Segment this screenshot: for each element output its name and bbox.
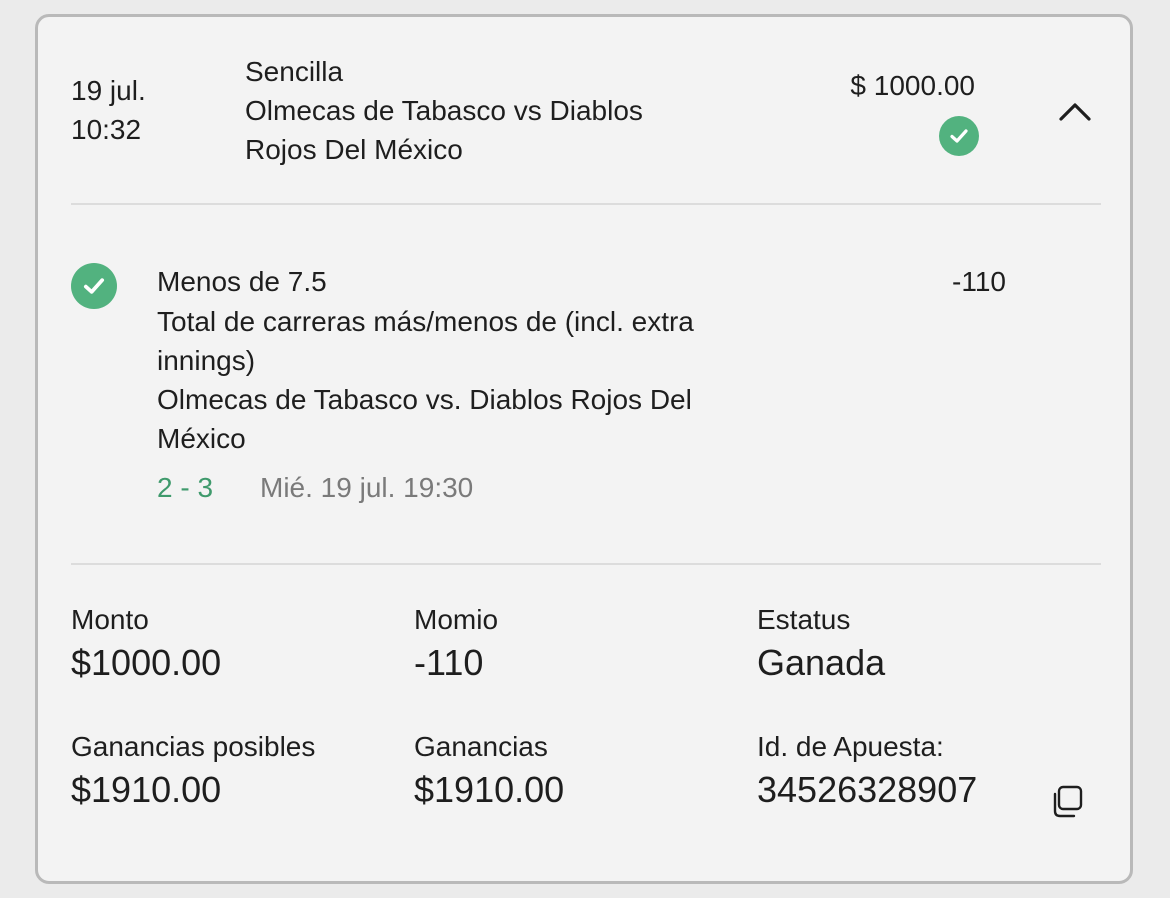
bet-date: 19 jul. (71, 75, 146, 106)
header-divider (71, 203, 1101, 205)
collapse-chevron-up-icon[interactable] (1055, 95, 1095, 129)
selection-check-icon (71, 263, 117, 309)
ganancias-posibles-label: Ganancias posibles (71, 731, 316, 762)
match-name-line1: Olmecas de Tabasco vs. Diablos Rojos Del (157, 384, 692, 415)
final-score: 2 - 3 (157, 472, 214, 503)
selection-odds: -110 (952, 266, 1006, 297)
bet-type: Sencilla (245, 56, 344, 87)
selection-pick: Menos de 7.5 (157, 266, 327, 297)
momio-value: -110 (414, 642, 484, 683)
selection-divider (71, 563, 1101, 565)
event-name-line1: Olmecas de Tabasco vs Diablos (245, 95, 643, 126)
ganancias-value: $1910.00 (414, 769, 565, 810)
event-name-line2: Rojos Del México (245, 134, 463, 165)
ganancias-posibles-value: $1910.00 (71, 769, 222, 810)
bet-id-value[interactable]: 34526328907 (757, 768, 977, 812)
bet-card: 19 jul. 10:32 Sencilla Olmecas de Tabasc… (35, 14, 1133, 884)
monto-label: Monto (71, 604, 149, 635)
won-check-icon (939, 116, 979, 156)
estatus-label: Estatus (757, 604, 851, 635)
bet-time: 10:32 (71, 114, 142, 145)
market-name-line1: Total de carreras más/menos de (incl. ex… (157, 306, 694, 337)
bet-id-label: Id. de Apuesta: (757, 731, 944, 762)
event-datetime: Mié. 19 jul. 19:30 (260, 472, 474, 503)
copy-bet-id-icon[interactable] (1048, 783, 1086, 821)
market-name-line2: innings) (157, 345, 256, 376)
bet-amount: $ 1000.00 (850, 70, 975, 101)
estatus-value: Ganada (757, 642, 886, 683)
ganancias-label: Ganancias (414, 731, 548, 762)
monto-value: $1000.00 (71, 642, 222, 683)
momio-label: Momio (414, 604, 499, 635)
match-name-line2: México (157, 423, 246, 454)
